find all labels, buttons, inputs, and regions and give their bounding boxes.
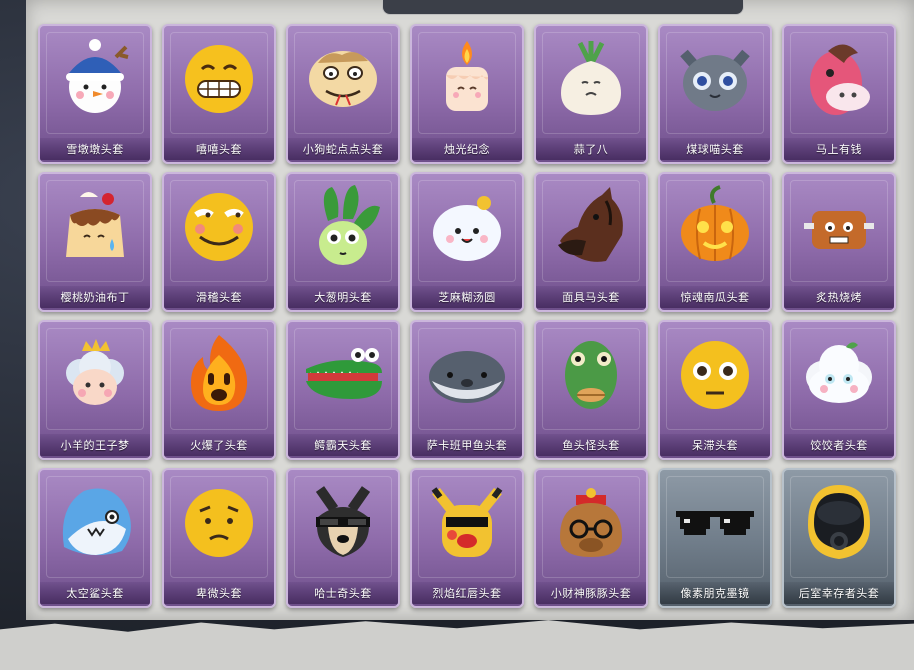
item-card[interactable]: 像素朋克墨镜 — [658, 468, 772, 608]
item-label: 饺饺者头套 — [784, 434, 894, 456]
dumpling-cloud-icon — [806, 342, 872, 403]
item-card[interactable]: 饺饺者头套 — [782, 320, 896, 460]
item-card[interactable]: 芝麻糊汤圆 — [410, 172, 524, 312]
item-label: 滑稽头套 — [164, 286, 274, 308]
grin-face-icon — [185, 45, 253, 113]
item-card[interactable]: 萨卡班甲鱼头套 — [410, 320, 524, 460]
item-card[interactable]: 小狗蛇点点头套 — [286, 24, 400, 164]
item-card[interactable]: 樱桃奶油布丁 — [38, 172, 152, 312]
item-label: 煤球喵头套 — [660, 138, 770, 160]
item-label: 后室幸存者头套 — [784, 582, 894, 604]
item-label: 芝麻糊汤圆 — [412, 286, 522, 308]
sly-face-icon — [185, 193, 253, 261]
item-label: 小狗蛇点点头套 — [288, 138, 398, 160]
item-label: 马上有钱 — [784, 138, 894, 160]
item-label: 萨卡班甲鱼头套 — [412, 434, 522, 456]
item-label: 面具马头套 — [536, 286, 646, 308]
sheep-crown-icon — [66, 339, 124, 405]
item-card[interactable]: 面具马头套 — [534, 172, 648, 312]
item-card[interactable]: 卑微头套 — [162, 468, 276, 608]
pumpkin-icon — [681, 185, 749, 261]
crocodile-icon — [306, 348, 382, 399]
green-onion-icon — [319, 185, 380, 265]
item-label: 鱼头怪头套 — [536, 434, 646, 456]
item-label: 火爆了头套 — [164, 434, 274, 456]
item-card[interactable]: 大葱明头套 — [286, 172, 400, 312]
item-card[interactable]: 哈士奇头套 — [286, 468, 400, 608]
item-card[interactable]: 烛光纪念 — [410, 24, 524, 164]
item-label: 大葱明头套 — [288, 286, 398, 308]
item-card[interactable]: 太空鲨头套 — [38, 468, 152, 608]
fire-spirit-icon — [191, 335, 248, 411]
item-card[interactable]: 呆滞头套 — [658, 320, 772, 460]
garlic-icon — [561, 41, 621, 115]
shy-face-icon — [185, 489, 253, 557]
item-label: 樱桃奶油布丁 — [40, 286, 150, 308]
pudding-icon — [66, 192, 124, 257]
yellow-lips-icon — [431, 487, 503, 557]
item-grid: 雪墩墩头套 嘻嘻头套 小狗蛇点点头套 烛光纪念 蒜了八 煤球喵头套 马上有钱 樱… — [38, 24, 896, 608]
item-label: 炙热烧烤 — [784, 286, 894, 308]
fish-mask-icon — [565, 341, 617, 409]
item-label: 小羊的王子梦 — [40, 434, 150, 456]
item-card[interactable]: 后室幸存者头套 — [782, 468, 896, 608]
capybara-icon — [560, 488, 622, 557]
gray-cat-icon — [680, 49, 750, 111]
panel-top-tab — [382, 0, 744, 15]
item-label: 雪墩墩头套 — [40, 138, 150, 160]
item-label: 像素朋克墨镜 — [660, 582, 770, 604]
item-label: 呆滞头套 — [660, 434, 770, 456]
item-card[interactable]: 蒜了八 — [534, 24, 648, 164]
horse-mask-icon — [558, 187, 623, 262]
item-label: 惊魂南瓜头套 — [660, 286, 770, 308]
item-label: 卑微头套 — [164, 582, 274, 604]
husky-icon — [315, 486, 371, 557]
item-card[interactable]: 小羊的王子梦 — [38, 320, 152, 460]
item-card[interactable]: 雪墩墩头套 — [38, 24, 152, 164]
snake-head-icon — [309, 51, 377, 107]
candle-icon — [446, 41, 488, 111]
item-card[interactable]: 鱼头怪头套 — [534, 320, 648, 460]
item-label: 哈士奇头套 — [288, 582, 398, 604]
item-card[interactable]: 马上有钱 — [782, 24, 896, 164]
item-label: 烈焰红唇头套 — [412, 582, 522, 604]
item-label: 鳄霸天头套 — [288, 434, 398, 456]
item-label: 蒜了八 — [536, 138, 646, 160]
pink-horse-icon — [810, 44, 870, 115]
item-card[interactable]: 烈焰红唇头套 — [410, 468, 524, 608]
fish-icon — [429, 351, 505, 403]
pixel-sunglasses-icon — [676, 511, 754, 535]
item-label: 太空鲨头套 — [40, 582, 150, 604]
item-card[interactable]: 火爆了头套 — [162, 320, 276, 460]
item-card[interactable]: 惊魂南瓜头套 — [658, 172, 772, 312]
snowman-hat-icon — [66, 39, 129, 113]
toast-icon — [804, 211, 874, 249]
gas-mask-helmet-icon — [808, 485, 870, 559]
item-card[interactable]: 嘻嘻头套 — [162, 24, 276, 164]
rice-ball-icon — [433, 196, 501, 261]
item-card[interactable]: 炙热烧烤 — [782, 172, 896, 312]
item-card[interactable]: 小财神豚豚头套 — [534, 468, 648, 608]
item-label: 嘻嘻头套 — [164, 138, 274, 160]
stare-face-icon — [681, 341, 749, 409]
item-label: 烛光纪念 — [412, 138, 522, 160]
item-card[interactable]: 滑稽头套 — [162, 172, 276, 312]
item-label: 小财神豚豚头套 — [536, 582, 646, 604]
item-card[interactable]: 煤球喵头套 — [658, 24, 772, 164]
shark-icon — [62, 488, 131, 556]
item-card[interactable]: 鳄霸天头套 — [286, 320, 400, 460]
